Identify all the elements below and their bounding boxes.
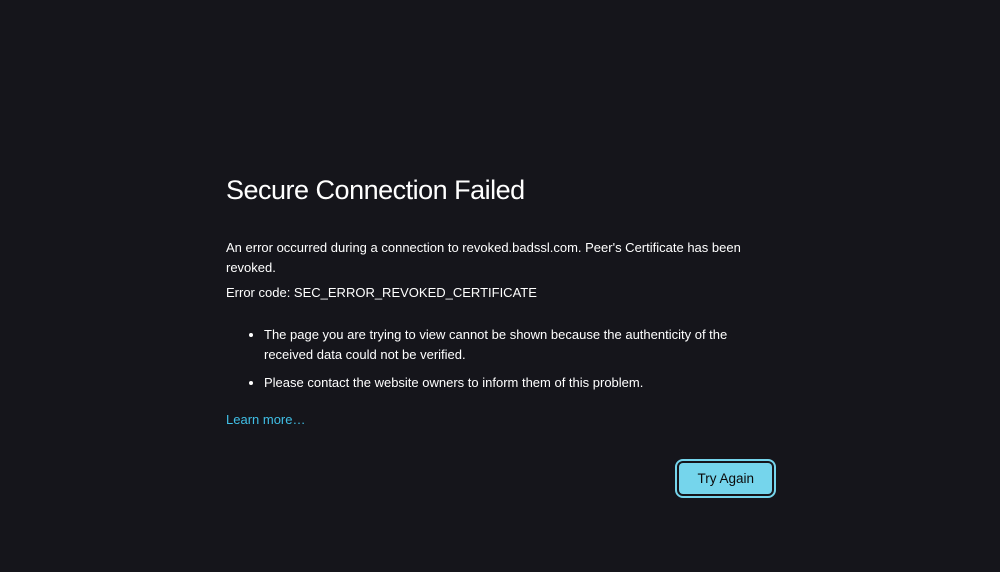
error-code-line: Error code: SEC_ERROR_REVOKED_CERTIFICAT… <box>226 283 772 303</box>
error-page-content: Secure Connection Failed An error occurr… <box>0 0 772 494</box>
error-bullet-list: The page you are trying to view cannot b… <box>226 325 772 393</box>
learn-more-link[interactable]: Learn more… <box>226 412 305 427</box>
list-item: The page you are trying to view cannot b… <box>264 325 772 365</box>
error-description: An error occurred during a connection to… <box>226 238 772 277</box>
page-title: Secure Connection Failed <box>226 175 772 206</box>
error-code-value: SEC_ERROR_REVOKED_CERTIFICATE <box>294 285 537 300</box>
error-code-prefix: Error code: <box>226 285 294 300</box>
try-again-button[interactable]: Try Again <box>679 463 772 494</box>
button-row: Try Again <box>226 463 772 494</box>
list-item: Please contact the website owners to inf… <box>264 373 772 393</box>
